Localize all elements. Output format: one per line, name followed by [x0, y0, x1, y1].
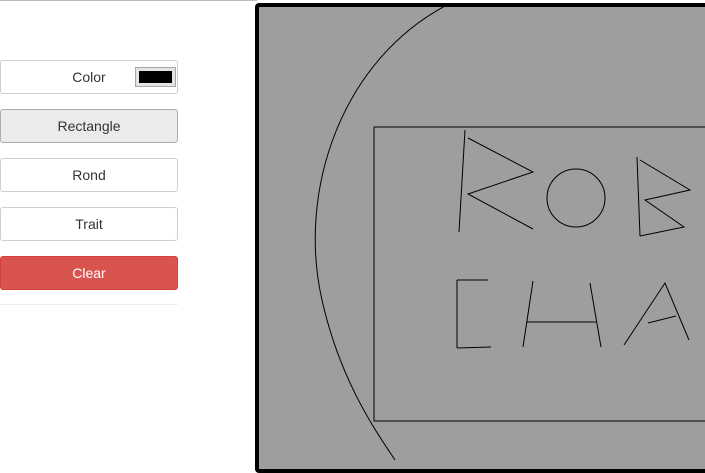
drawn-stroke — [466, 137, 535, 230]
color-picker-button[interactable]: Color — [0, 60, 178, 94]
drawing-toolbar: Color Rectangle Rond Trait Clear — [0, 60, 178, 305]
drawing-canvas[interactable] — [255, 3, 705, 473]
clear-button[interactable]: Clear — [0, 256, 178, 290]
rectangle-tool-label: Rectangle — [57, 118, 121, 134]
drawn-stroke — [458, 129, 466, 233]
line-tool-button[interactable]: Trait — [0, 207, 178, 241]
drawn-circle-small — [546, 168, 606, 228]
drawn-stroke — [589, 282, 602, 348]
drawn-rectangle — [373, 126, 705, 422]
drawn-stroke — [522, 280, 534, 348]
top-divider — [0, 0, 257, 1]
drawn-circle — [314, 7, 445, 461]
line-tool-label: Trait — [75, 216, 103, 232]
clear-label: Clear — [72, 265, 106, 281]
toolbar-divider — [0, 304, 178, 305]
circle-tool-label: Rond — [72, 167, 106, 183]
drawn-stroke — [456, 346, 492, 349]
drawn-stroke — [647, 315, 677, 324]
color-swatch[interactable] — [135, 67, 176, 87]
circle-tool-button[interactable]: Rond — [0, 158, 178, 192]
drawn-stroke — [639, 159, 692, 237]
canvas-drawing-layer — [314, 7, 705, 461]
rectangle-tool-button[interactable]: Rectangle — [0, 109, 178, 143]
color-swatch-fill — [139, 71, 172, 83]
drawn-stroke — [623, 281, 690, 346]
color-label: Color — [72, 69, 106, 85]
drawn-stroke — [636, 156, 641, 237]
